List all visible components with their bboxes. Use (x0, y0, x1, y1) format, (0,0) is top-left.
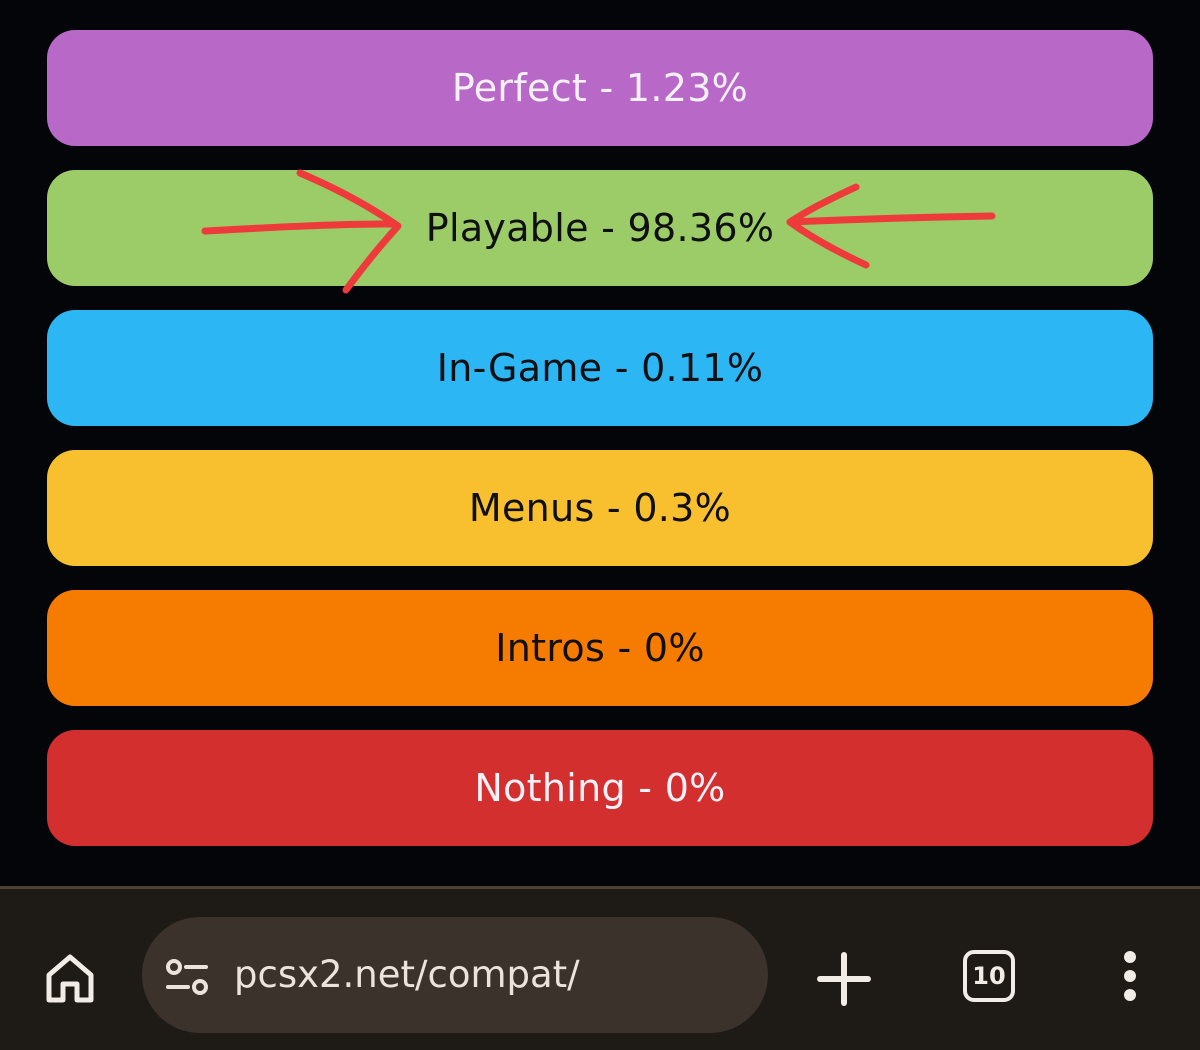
status-bar-intros[interactable]: Intros - 0% (47, 590, 1153, 706)
home-icon (46, 954, 94, 1003)
status-bar-in-game[interactable]: In-Game - 0.11% (47, 310, 1153, 426)
tab-switcher-button[interactable]: 10 (963, 950, 1015, 1002)
address-bar[interactable]: pcsx2.net/compat/ (142, 917, 768, 1033)
status-label-intros: Intros - 0% (495, 626, 705, 670)
status-bar-playable[interactable]: Playable - 98.36% (47, 170, 1153, 286)
status-bar-nothing[interactable]: Nothing - 0% (47, 730, 1153, 846)
status-label-menus: Menus - 0.3% (468, 486, 732, 530)
url-text: pcsx2.net/compat/ (234, 953, 580, 996)
status-bar-perfect[interactable]: Perfect - 1.23% (47, 30, 1153, 146)
more-vert-icon[interactable] (1108, 947, 1152, 1007)
compat-page: Perfect - 1.23% Playable - 98.36% In-Gam… (0, 0, 1200, 1050)
home-button[interactable] (36, 944, 104, 1012)
status-label-playable: Playable - 98.36% (425, 206, 775, 250)
tab-count: 10 (972, 962, 1006, 990)
status-label-perfect: Perfect - 1.23% (451, 66, 749, 110)
site-settings-icon[interactable] (164, 957, 210, 997)
browser-bottom-toolbar: pcsx2.net/compat/ 10 (0, 886, 1200, 1050)
status-label-nothing: Nothing - 0% (474, 766, 726, 810)
status-bar-menus[interactable]: Menus - 0.3% (47, 450, 1153, 566)
compat-status-list: Perfect - 1.23% Playable - 98.36% In-Gam… (47, 30, 1153, 870)
new-tab-plus-icon[interactable] (814, 949, 874, 1009)
status-label-in-game: In-Game - 0.11% (436, 346, 764, 390)
